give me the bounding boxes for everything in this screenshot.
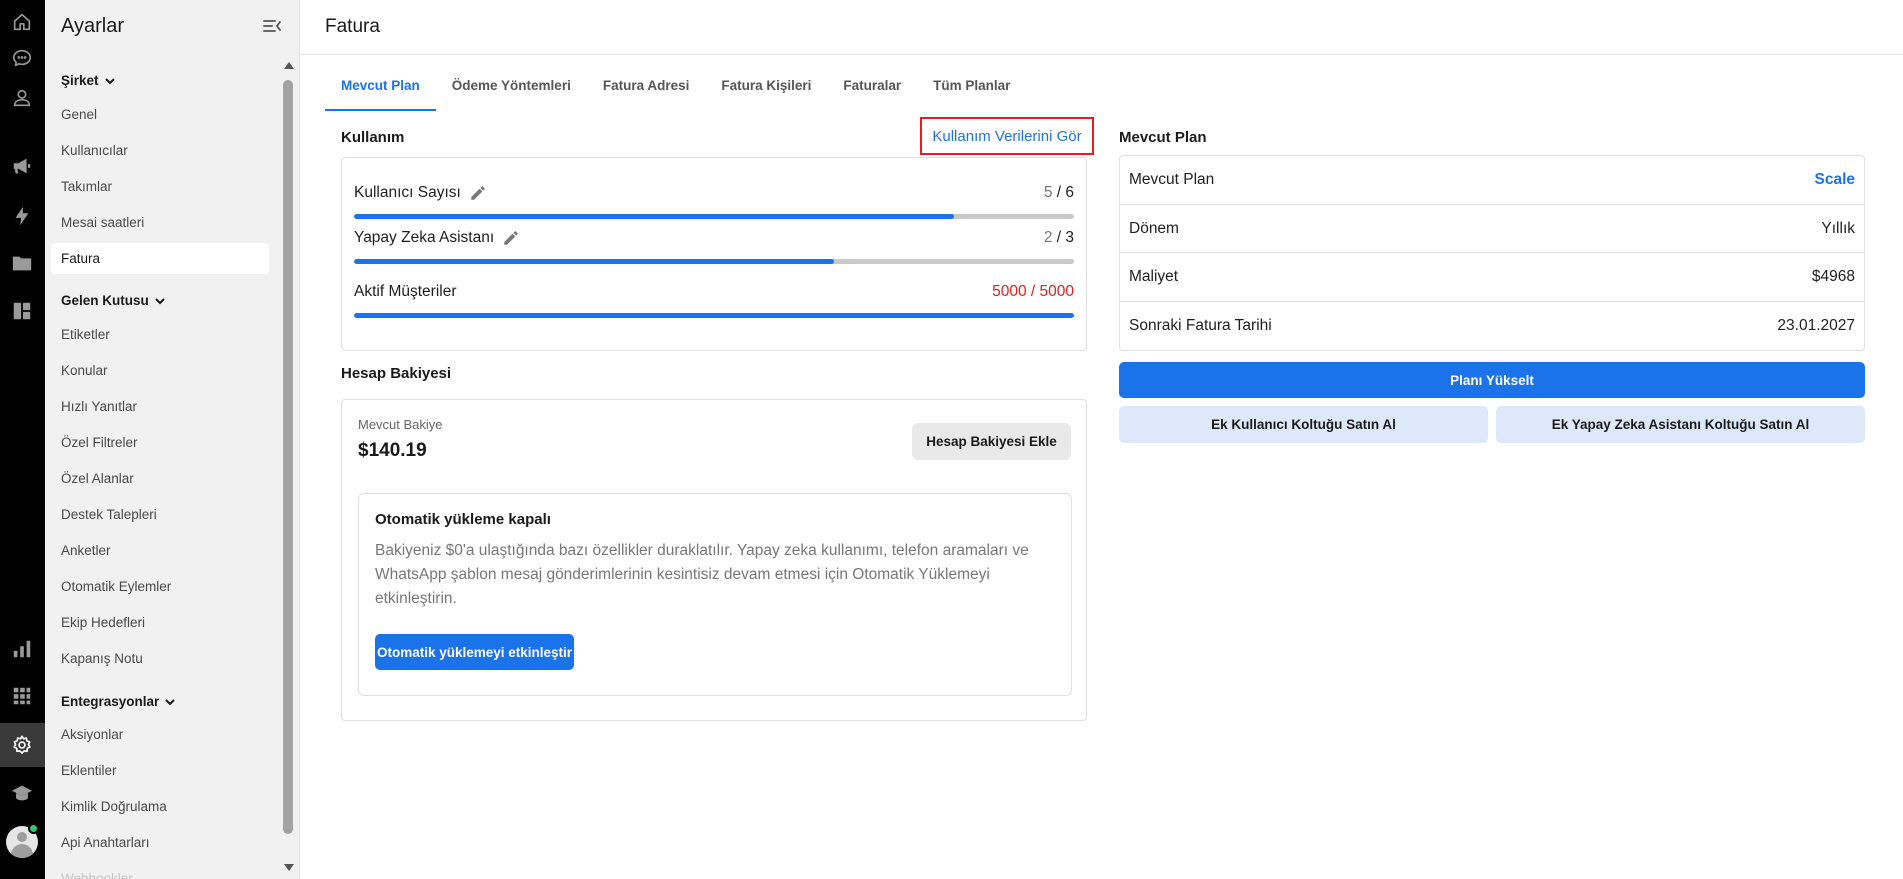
sidebar-item-automations[interactable]: Otomatik Eylemler — [51, 571, 269, 602]
chevron-down-icon — [165, 698, 176, 705]
sidebar-item-business-hours[interactable]: Mesai saatleri — [51, 207, 269, 238]
plan-value: Yıllık — [1821, 219, 1855, 237]
plan-key: Sonraki Fatura Tarihi — [1129, 316, 1272, 334]
view-usage-data-link[interactable]: Kullanım Verilerini Gör — [920, 117, 1094, 155]
balance-title: Hesap Bakiyesi — [341, 365, 452, 382]
usage-progress-bar — [354, 214, 1074, 219]
usage-progress-bar — [354, 259, 1074, 264]
sidebar-item-users[interactable]: Kullanıcılar — [51, 135, 269, 166]
contacts-icon[interactable] — [9, 85, 35, 111]
balance-label: Mevcut Bakiye — [358, 417, 443, 432]
chat-icon[interactable] — [9, 45, 35, 71]
apps-grid-icon[interactable] — [9, 683, 35, 709]
plan-row: Sonraki Fatura Tarihi 23.01.2027 — [1120, 302, 1864, 351]
sidebar-item-custom-fields[interactable]: Özel Alanlar — [51, 463, 269, 494]
sidebar-item-quick-replies[interactable]: Hızlı Yanıtlar — [51, 391, 269, 422]
buy-ai-seat-button[interactable]: Ek Yapay Zeka Asistanı Koltuğu Satın Al — [1496, 406, 1865, 443]
sidebar-item-tags[interactable]: Etiketler — [51, 319, 269, 350]
tab-current-plan[interactable]: Mevcut Plan — [325, 70, 436, 111]
usage-card: Kullanıcı Sayısı 5 / 6 Yapay Zeka Asista… — [341, 157, 1087, 351]
settings-icon[interactable] — [9, 732, 35, 758]
usage-title: Kullanım — [341, 129, 405, 146]
sidebar-item-teams[interactable]: Takımlar — [51, 171, 269, 202]
scroll-up-arrow-icon[interactable] — [284, 62, 294, 69]
balance-card: Mevcut Bakiye $140.19 Hesap Bakiyesi Ekl… — [341, 399, 1087, 721]
section-inbox[interactable]: Gelen Kutusu — [61, 293, 167, 308]
usage-label: Yapay Zeka Asistanı — [354, 229, 495, 246]
plan-key: Mevcut Plan — [1129, 171, 1215, 188]
tab-payment-methods[interactable]: Ödeme Yöntemleri — [436, 70, 587, 111]
plan-title: Mevcut Plan — [1119, 129, 1207, 146]
sidebar-item-general[interactable]: Genel — [51, 99, 269, 130]
usage-count: 2 / 3 — [1043, 229, 1074, 246]
plan-row: Mevcut Plan Scale — [1120, 156, 1864, 205]
sidebar-item-topics[interactable]: Konular — [51, 355, 269, 386]
tab-billing-address[interactable]: Fatura Adresi — [587, 70, 706, 111]
usage-progress-fill — [354, 214, 954, 219]
inbox-folder-icon[interactable] — [9, 250, 35, 276]
academy-icon[interactable] — [9, 780, 35, 806]
plan-table: Mevcut Plan Scale Dönem Yıllık Maliyet $… — [1119, 155, 1865, 351]
sidebar-item-team-goals[interactable]: Ekip Hedefleri — [51, 607, 269, 638]
page-title: Fatura — [325, 16, 380, 37]
sidebar-scrollbar[interactable] — [281, 60, 295, 875]
auto-reload-description: Bakiyeniz $0'a ulaştığında bazı özellikl… — [375, 542, 1029, 607]
main-content: Fatura Mevcut Plan Ödeme Yöntemleri Fatu… — [300, 0, 1903, 879]
usage-progress-bar — [354, 313, 1074, 318]
usage-label: Aktif Müşteriler — [354, 283, 457, 300]
add-balance-button[interactable]: Hesap Bakiyesi Ekle — [912, 423, 1071, 460]
settings-sidebar: Ayarlar Şirket Genel Kullanıcılar Takıml… — [45, 0, 300, 879]
page-header: Fatura — [300, 0, 1903, 55]
enable-auto-reload-button[interactable]: Otomatik yüklemeyi etkinleştir — [375, 634, 574, 670]
tab-billing-contacts[interactable]: Fatura Kişileri — [705, 70, 827, 111]
sidebar-item-billing[interactable]: Fatura — [51, 243, 269, 274]
dashboard-icon[interactable] — [9, 298, 35, 324]
sidebar-item-authentication[interactable]: Kimlik Doğrulama — [51, 791, 269, 822]
app-rail — [0, 0, 45, 879]
sidebar-item-webhooks[interactable]: Webhookler — [51, 863, 269, 879]
usage-label: Kullanıcı Sayısı — [354, 184, 461, 201]
tab-invoices[interactable]: Faturalar — [827, 70, 917, 111]
edit-pencil-icon[interactable] — [469, 184, 487, 202]
reports-icon[interactable] — [9, 636, 35, 662]
chevron-down-icon — [155, 297, 165, 304]
usage-progress-fill — [354, 313, 1074, 318]
sidebar-item-custom-filters[interactable]: Özel Filtreler — [51, 427, 269, 458]
edit-pencil-icon[interactable] — [502, 229, 520, 247]
billing-tabs: Mevcut Plan Ödeme Yöntemleri Fatura Adre… — [325, 70, 1026, 111]
section-integrations[interactable]: Entegrasyonlar — [61, 694, 177, 709]
auto-reload-title: Otomatik yükleme kapalı — [375, 511, 551, 528]
sidebar-item-closing-note[interactable]: Kapanış Notu — [51, 643, 269, 674]
online-status-dot — [28, 823, 39, 834]
home-icon[interactable] — [9, 9, 35, 35]
sidebar-item-api-keys[interactable]: Api Anahtarları — [51, 827, 269, 858]
upgrade-plan-button[interactable]: Planı Yükselt — [1119, 362, 1865, 398]
sidebar-item-plugins[interactable]: Eklentiler — [51, 755, 269, 786]
sidebar-item-surveys[interactable]: Anketler — [51, 535, 269, 566]
scroll-down-arrow-icon[interactable] — [284, 864, 294, 871]
plan-value: 23.01.2027 — [1777, 316, 1855, 334]
sidebar-item-support-tickets[interactable]: Destek Talepleri — [51, 499, 269, 530]
plan-row: Dönem Yıllık — [1120, 205, 1864, 253]
plan-row: Maliyet $4968 — [1120, 253, 1864, 302]
plan-key: Dönem — [1129, 219, 1179, 237]
plan-value: Scale — [1814, 171, 1855, 188]
scroll-thumb[interactable] — [283, 80, 293, 834]
usage-count: 5 / 6 — [1043, 184, 1074, 201]
section-company[interactable]: Şirket — [61, 73, 117, 88]
collapse-sidebar-icon[interactable] — [262, 16, 282, 36]
auto-reload-box: Otomatik yükleme kapalı Bakiyeniz $0'a u… — [358, 493, 1072, 696]
megaphone-icon[interactable] — [9, 153, 35, 179]
usage-progress-fill — [354, 259, 835, 264]
tab-all-plans[interactable]: Tüm Planlar — [917, 70, 1026, 111]
balance-amount: $140.19 — [358, 440, 427, 461]
sidebar-title: Ayarlar — [61, 15, 124, 37]
plan-key: Maliyet — [1129, 268, 1179, 285]
buy-user-seat-button[interactable]: Ek Kullanıcı Koltuğu Satın Al — [1119, 406, 1488, 443]
usage-count: 5000 / 5000 — [992, 283, 1074, 300]
plan-value: $4968 — [1811, 268, 1855, 285]
chevron-down-icon — [104, 77, 115, 84]
sidebar-item-actions[interactable]: Aksiyonlar — [51, 719, 269, 750]
lightning-icon[interactable] — [9, 203, 35, 229]
